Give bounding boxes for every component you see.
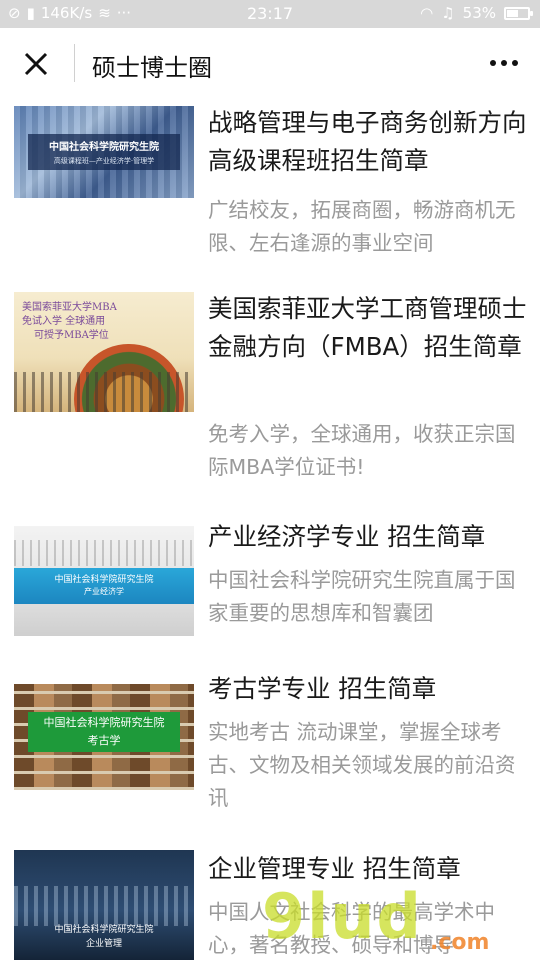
mute-bell-icon: ♫ (441, 4, 455, 22)
thumbnail-caption: 美国索菲亚大学MBA (22, 302, 117, 313)
battery-icon (504, 6, 533, 20)
article-thumbnail: 中国社会科学院研究生院 企业管理 (14, 850, 194, 960)
thumbnail-subcaption: 可授予MBA学位 (34, 330, 109, 341)
thumbnail-subcaption: 考古学 (87, 734, 121, 747)
close-icon (24, 52, 48, 76)
article-title: 产业经济学专业 招生简章 (208, 522, 486, 551)
thumbnail-subcaption: 免试入学 全球通用 (22, 316, 106, 327)
watermark-domain: .com (430, 930, 490, 955)
article-thumbnail: 中国社会科学院研究生院 高级课程班—产业经济学·管理学 (14, 106, 194, 198)
article-title: 战略管理与电子商务创新方向高级课程班招生简章 (208, 108, 527, 175)
more-dot-icon (490, 60, 496, 66)
thumbnail-caption: 中国社会科学院研究生院 (49, 142, 159, 153)
thumbnail-caption: 中国社会科学院研究生院 (54, 575, 154, 585)
headset-icon: ◠ (420, 4, 434, 22)
thumbnail-subcaption: 高级课程班—产业经济学·管理学 (53, 157, 155, 165)
header: 硕士博士圈 (0, 28, 540, 98)
article-thumbnail: 中国社会科学院研究生院 考古学 (14, 684, 194, 790)
article-thumbnail: 美国索菲亚大学MBA 免试入学 全球通用 可授予MBA学位 (14, 292, 194, 412)
status-bar: ⊘ ▮ 146K/s ≋ ··· 23:17 ◠ ♫ 53% (0, 0, 540, 28)
article-desc: 中国社会科学院研究生院直属于国家重要的思想库和智囊团 (208, 568, 516, 625)
close-button[interactable] (16, 46, 56, 82)
article-desc: 实地考古 流动课堂，掌握全球考古、文物及相关领域发展的前沿资讯 (208, 720, 516, 810)
page-title: 硕士博士圈 (92, 54, 212, 82)
article-title: 美国索菲亚大学工商管理硕士金融方向（FMBA）招生简章 (208, 294, 527, 361)
more-dot-icon (512, 60, 518, 66)
article-desc: 免考入学，全球通用，收获正宗国际MBA学位证书! (208, 422, 516, 479)
article-thumbnail: 中国社会科学院研究生院 产业经济学 (14, 526, 194, 636)
more-button[interactable] (484, 50, 524, 76)
header-divider (74, 44, 75, 82)
watermark-logo: 9lud (262, 880, 423, 953)
thumbnail-subcaption: 产业经济学 (84, 587, 124, 596)
article-desc: 广结校友，拓展商圈，畅游商机无限、左右逢源的事业空间 (208, 198, 516, 255)
status-right: ◠ ♫ 53% (420, 4, 533, 22)
thumbnail-caption: 中国社会科学院研究生院 (54, 925, 154, 935)
thumbnail-subcaption: 企业管理 (85, 939, 122, 949)
thumbnail-caption: 中国社会科学院研究生院 (43, 716, 165, 729)
battery-percent: 53% (462, 4, 496, 22)
article-title: 考古学专业 招生简章 (208, 674, 437, 703)
more-dot-icon (501, 60, 507, 66)
